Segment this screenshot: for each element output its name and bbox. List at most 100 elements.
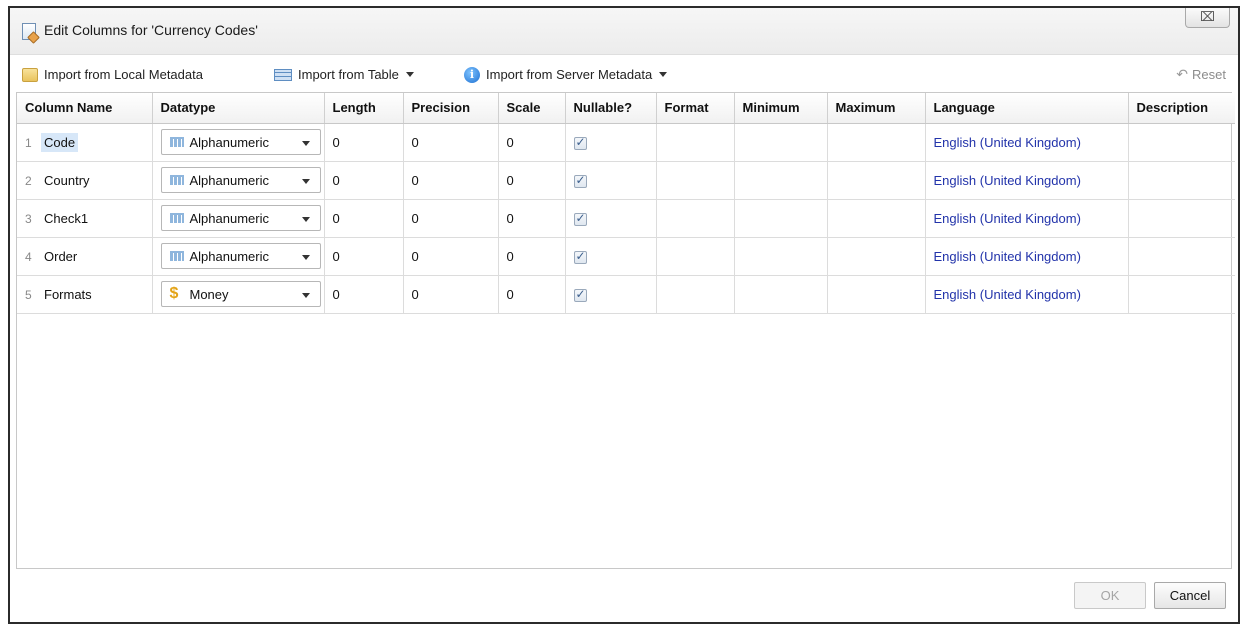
cell-nullable	[565, 237, 657, 276]
cell-format[interactable]	[656, 161, 735, 200]
language-link[interactable]: English (United Kingdom)	[934, 135, 1081, 150]
column-name-value[interactable]: Code	[41, 132, 79, 152]
import-from-table-button[interactable]: Import from Table	[274, 66, 414, 84]
cell-maximum[interactable]	[827, 199, 926, 238]
cell-scale[interactable]: 0	[498, 161, 566, 200]
table-row[interactable]: 4 Order Alphanumeric 0 0 0 English (Unite…	[17, 237, 1235, 276]
table-row[interactable]: 3 Check1 Alphanumeric 0 0 0 English (Unit…	[17, 199, 1235, 238]
cell-datatype: $ Money	[152, 275, 325, 314]
cell-scale[interactable]: 0	[498, 237, 566, 276]
cancel-button[interactable]: Cancel	[1154, 582, 1226, 609]
table-row[interactable]: 2 Country Alphanumeric 0 0 0 English (Uni…	[17, 161, 1235, 200]
language-link[interactable]: English (United Kingdom)	[934, 287, 1081, 302]
language-link[interactable]: English (United Kingdom)	[934, 173, 1081, 188]
cell-description[interactable]	[1128, 237, 1235, 276]
alphanumeric-icon	[169, 175, 184, 185]
cell-nullable	[565, 123, 657, 162]
cell-maximum[interactable]	[827, 237, 926, 276]
cell-precision[interactable]: 0	[403, 237, 499, 276]
cell-datatype: Alphanumeric	[152, 237, 325, 276]
header-minimum[interactable]: Minimum	[734, 93, 828, 124]
datatype-select[interactable]: $ Money	[160, 281, 321, 307]
cell-column-name[interactable]: 4 Order	[17, 237, 153, 276]
cell-column-name[interactable]: 5 Formats	[17, 275, 153, 314]
close-button[interactable]: ⌧	[1185, 8, 1230, 28]
cell-language: English (United Kingdom)	[925, 161, 1129, 200]
header-datatype[interactable]: Datatype	[152, 93, 325, 124]
cell-minimum[interactable]	[734, 237, 828, 276]
header-precision[interactable]: Precision	[403, 93, 499, 124]
datatype-select[interactable]: Alphanumeric	[160, 129, 321, 155]
cell-scale[interactable]: 0	[498, 123, 566, 162]
import-server-metadata-button[interactable]: i Import from Server Metadata	[464, 66, 668, 84]
cell-format[interactable]	[656, 199, 735, 238]
cell-length[interactable]: 0	[324, 237, 404, 276]
cell-length[interactable]: 0	[324, 161, 404, 200]
cell-column-name[interactable]: 1 Code	[17, 123, 153, 162]
cell-minimum[interactable]	[734, 161, 828, 200]
column-name-value[interactable]: Formats	[41, 285, 95, 304]
cell-description[interactable]	[1128, 199, 1235, 238]
nullable-checkbox[interactable]	[573, 287, 587, 302]
column-name-value[interactable]: Country	[41, 171, 93, 190]
row-number: 3	[25, 211, 32, 226]
close-icon: ⌧	[1200, 9, 1215, 24]
import-local-metadata-button[interactable]: Import from Local Metadata	[22, 66, 203, 84]
datatype-select[interactable]: Alphanumeric	[160, 167, 321, 193]
cell-precision[interactable]: 0	[403, 199, 499, 238]
chevron-down-icon	[301, 217, 310, 222]
cell-maximum[interactable]	[827, 161, 926, 200]
columns-table: Column Name Datatype Length Precision Sc…	[17, 93, 1235, 314]
cell-minimum[interactable]	[734, 199, 828, 238]
cell-precision[interactable]: 0	[403, 161, 499, 200]
header-row: Column Name Datatype Length Precision Sc…	[17, 93, 1235, 124]
cell-precision[interactable]: 0	[403, 275, 499, 314]
alphanumeric-icon	[169, 137, 184, 147]
cell-description[interactable]	[1128, 275, 1235, 314]
reset-button[interactable]: ↶ Reset	[1176, 66, 1226, 83]
cell-description[interactable]	[1128, 161, 1235, 200]
cell-scale[interactable]: 0	[498, 275, 566, 314]
cell-length[interactable]: 0	[324, 123, 404, 162]
table-row[interactable]: 5 Formats $Money 0 0 0 English (United Ki…	[17, 275, 1235, 314]
cell-maximum[interactable]	[827, 275, 926, 314]
cell-datatype: Alphanumeric	[152, 161, 325, 200]
toolbar: Import from Local Metadata Import from T…	[10, 54, 1238, 92]
cell-scale[interactable]: 0	[498, 199, 566, 238]
edit-document-icon	[22, 23, 36, 40]
cell-precision[interactable]: 0	[403, 123, 499, 162]
cell-maximum[interactable]	[827, 123, 926, 162]
header-length[interactable]: Length	[324, 93, 404, 124]
datatype-select[interactable]: Alphanumeric	[160, 205, 321, 231]
nullable-checkbox[interactable]	[573, 173, 587, 188]
cell-column-name[interactable]: 2 Country	[17, 161, 153, 200]
cell-length[interactable]: 0	[324, 199, 404, 238]
column-name-value[interactable]: Check1	[41, 209, 91, 228]
cell-format[interactable]	[656, 275, 735, 314]
header-maximum[interactable]: Maximum	[827, 93, 926, 124]
cell-column-name[interactable]: 3 Check1	[17, 199, 153, 238]
language-link[interactable]: English (United Kingdom)	[934, 211, 1081, 226]
ok-button[interactable]: OK	[1074, 582, 1146, 609]
cell-minimum[interactable]	[734, 275, 828, 314]
nullable-checkbox[interactable]	[573, 135, 587, 150]
header-format[interactable]: Format	[656, 93, 735, 124]
datatype-select[interactable]: Alphanumeric	[160, 243, 321, 269]
cell-description[interactable]	[1128, 123, 1235, 162]
cell-minimum[interactable]	[734, 123, 828, 162]
header-description[interactable]: Description	[1128, 93, 1235, 124]
cell-format[interactable]	[656, 237, 735, 276]
cell-length[interactable]: 0	[324, 275, 404, 314]
cell-format[interactable]	[656, 123, 735, 162]
header-nullable[interactable]: Nullable?	[565, 93, 657, 124]
header-scale[interactable]: Scale	[498, 93, 566, 124]
language-link[interactable]: English (United Kingdom)	[934, 249, 1081, 264]
chevron-down-icon	[301, 141, 310, 146]
nullable-checkbox[interactable]	[573, 211, 587, 226]
nullable-checkbox[interactable]	[573, 249, 587, 264]
header-language[interactable]: Language	[925, 93, 1129, 124]
cell-language: English (United Kingdom)	[925, 199, 1129, 238]
header-column-name[interactable]: Column Name	[17, 93, 153, 124]
column-name-value[interactable]: Order	[41, 247, 80, 266]
table-row[interactable]: 1 Code Alphanumeric 0 0 0 English (United…	[17, 123, 1235, 162]
